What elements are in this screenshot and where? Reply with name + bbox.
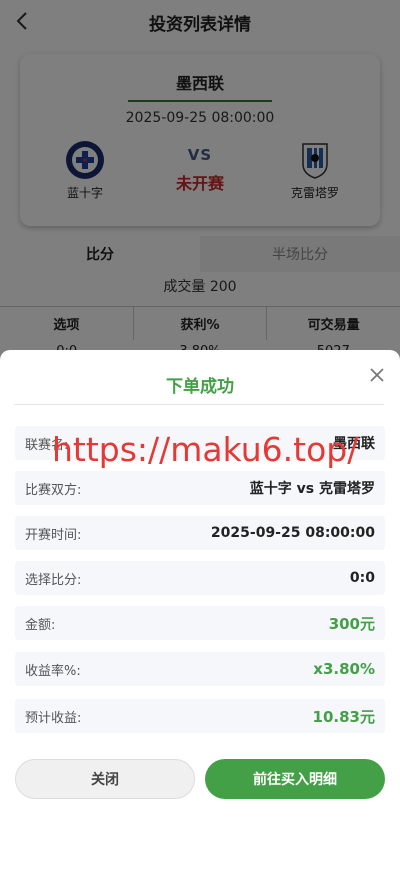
close-button[interactable]: 关闭: [15, 759, 195, 799]
dialog-divider: [14, 404, 384, 405]
detail-value: 10.83元: [312, 707, 375, 726]
detail-label: 收益率%:: [25, 663, 81, 679]
detail-label: 选择比分:: [25, 572, 82, 588]
detail-value: 0:0: [349, 570, 375, 586]
detail-value: x3.80%: [313, 660, 375, 678]
detail-row-teams: 比赛双方: 蓝十字 vs 克雷塔罗: [15, 471, 385, 505]
detail-label: 开赛时间:: [25, 527, 82, 543]
detail-value: 2025-09-25 08:00:00: [210, 525, 375, 541]
detail-row-expected-income: 预计收益: 10.83元: [15, 699, 385, 733]
close-icon[interactable]: [368, 366, 386, 384]
detail-value: 蓝十字 vs 克雷塔罗: [249, 481, 375, 497]
watermark-text: https://maku6.top/: [52, 430, 359, 469]
detail-row-yield: 收益率%: x3.80%: [15, 652, 385, 686]
dialog-title: 下单成功: [166, 377, 234, 397]
detail-row-kickoff: 开赛时间: 2025-09-25 08:00:00: [15, 516, 385, 550]
detail-row-score: 选择比分: 0:0: [15, 561, 385, 595]
go-to-purchase-details-button[interactable]: 前往买入明细: [205, 759, 385, 799]
order-success-dialog: 下单成功 联赛名: 墨西联 比赛双方: 蓝十字 vs 克雷塔罗 开赛时间: 20…: [0, 350, 400, 875]
detail-label: 预计收益:: [25, 710, 82, 726]
detail-row-amount: 金额: 300元: [15, 606, 385, 640]
detail-label: 比赛双方:: [25, 482, 82, 498]
detail-value: 300元: [328, 614, 375, 633]
detail-label: 金额:: [25, 617, 56, 633]
